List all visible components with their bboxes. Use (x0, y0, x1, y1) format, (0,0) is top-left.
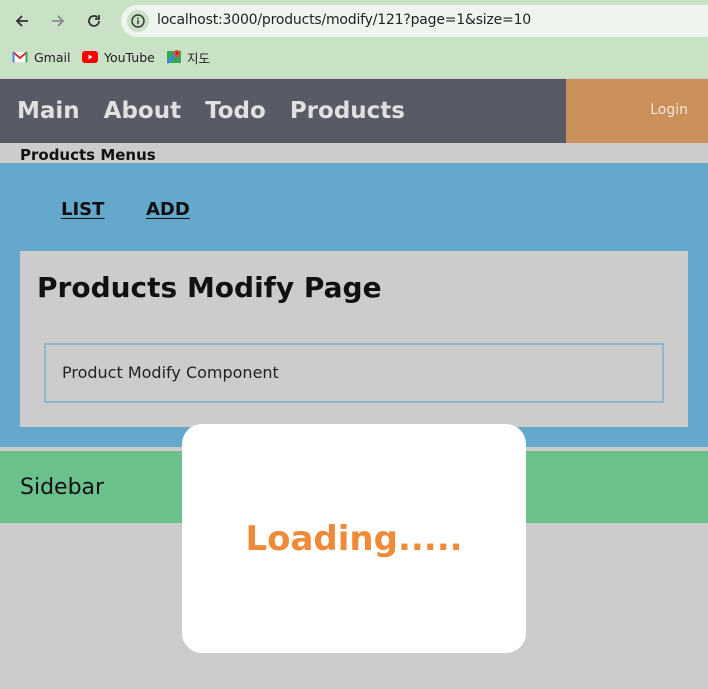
browser-toolbar: localhost:3000/products/modify/121?page=… (0, 0, 708, 78)
main-nav: Main About Todo Products (17, 79, 429, 143)
bookmark-gmail[interactable]: Gmail (12, 48, 70, 66)
list-link[interactable]: LIST (61, 199, 104, 220)
component-label: Product Modify Component (62, 363, 279, 382)
site-info-icon[interactable] (127, 10, 149, 32)
bookmark-label: 지도 (187, 50, 211, 66)
modify-page-panel: Products Modify Page Product Modify Comp… (20, 251, 688, 427)
youtube-icon (82, 51, 98, 63)
forward-button[interactable] (45, 8, 71, 34)
products-content-area: LIST ADD Products Modify Page Product Mo… (0, 163, 708, 447)
reload-button[interactable] (81, 8, 107, 34)
reload-icon (88, 15, 100, 27)
add-link[interactable]: ADD (146, 199, 190, 220)
loading-text: Loading..... (245, 518, 463, 559)
nav-link-about[interactable]: About (104, 98, 181, 124)
modify-component: Product Modify Component (44, 343, 664, 403)
arrow-right-icon (52, 15, 65, 27)
bookmark-label: Gmail (34, 49, 71, 65)
products-menu-title: Products Menus (20, 146, 156, 164)
bookmark-maps[interactable]: 지도 (167, 48, 210, 66)
loading-modal: Loading..... (182, 424, 526, 653)
nav-link-main[interactable]: Main (17, 98, 80, 124)
login-link[interactable]: Login (650, 102, 688, 118)
login-area: Login (566, 79, 708, 143)
page-title: Products Modify Page (37, 271, 382, 304)
gmail-icon (12, 51, 28, 63)
address-bar[interactable]: localhost:3000/products/modify/121?page=… (121, 5, 708, 37)
url-text[interactable]: localhost:3000/products/modify/121?page=… (157, 12, 531, 28)
bookmark-label: YouTube (104, 49, 155, 65)
nav-link-todo[interactable]: Todo (205, 98, 266, 124)
sidebar-label: Sidebar (20, 475, 105, 500)
maps-icon (167, 50, 181, 65)
nav-link-products[interactable]: Products (290, 98, 405, 124)
arrow-left-icon (15, 15, 28, 27)
back-button[interactable] (9, 8, 35, 34)
bookmark-youtube[interactable]: YouTube (82, 48, 155, 66)
